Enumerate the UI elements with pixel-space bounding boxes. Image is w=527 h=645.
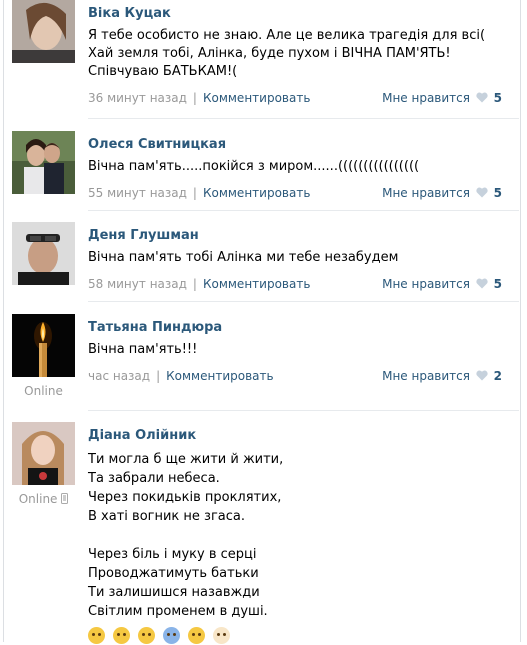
comment-content: Татьяна Пиндюра Вічна пам'ять!!! час наз…: [88, 314, 512, 385]
like-button[interactable]: Мне нравится 5: [382, 184, 502, 202]
avatar[interactable]: [12, 0, 75, 63]
comment-text: Вічна пам'ять.....покійся з миром......(…: [88, 159, 420, 174]
avatar-photo: [12, 422, 75, 485]
sad-emoji-icon: [88, 627, 105, 644]
comment-time[interactable]: час назад: [88, 369, 150, 383]
comment-author[interactable]: Діана Олійник: [88, 428, 512, 444]
angel-emoji-icon: [213, 627, 231, 644]
comment-meta: 58 минут назад | Комментировать Мне нравит…: [88, 275, 512, 293]
comment-content: Олеся Свитницкая Вічна пам'ять.....покій…: [88, 131, 512, 202]
poem-line: [88, 526, 512, 545]
heart-icon: [476, 187, 488, 198]
reply-button[interactable]: Комментировать: [203, 277, 310, 291]
comment-meta: 36 минут назад | Комментировать Мне нравит…: [88, 89, 512, 107]
candle-avatar: [12, 314, 75, 377]
heart-icon: [476, 92, 488, 103]
separator: |: [192, 91, 197, 105]
mobile-icon: [61, 493, 69, 504]
comment-content: Віка Куцак Я тебе особисто не знаю. Але …: [88, 0, 512, 107]
heart-icon: [476, 370, 488, 381]
avatar[interactable]: [12, 131, 75, 194]
comment-author[interactable]: Татьяна Пиндюра: [88, 320, 512, 336]
avatar[interactable]: [12, 314, 75, 377]
online-status: Online: [12, 492, 75, 506]
weary-emoji-icon: [113, 627, 131, 644]
divider: [88, 410, 519, 411]
comment-meta: 55 минут назад | Комментировать Мне нравит…: [88, 184, 512, 202]
avatar-photo: [12, 0, 75, 63]
comment-meta: час назад | Комментировать Мне нравится 2: [88, 367, 512, 385]
poem-line: Світлим променем в душі.: [88, 604, 268, 619]
divider: [88, 118, 519, 119]
online-status: Online: [24, 384, 63, 398]
comment-author[interactable]: Олеся Свитницкая: [88, 137, 512, 153]
like-count: 2: [493, 369, 502, 383]
like-button[interactable]: Мне нравится 2: [382, 367, 502, 385]
heart-icon: [476, 278, 488, 289]
poem-line: Через покидьків проклятих,: [88, 490, 282, 505]
avatar-photo: [12, 222, 75, 285]
comment-content: Деня Глушман Вічна пам'ять тобі Алінка м…: [88, 222, 512, 293]
poem-line: Ти залишишся назавжди: [88, 585, 260, 600]
comment-text: Вічна пам'ять тобі Алінка ми тебе незабу…: [88, 250, 399, 265]
like-label: Мне нравится: [382, 91, 470, 105]
avatar-photo: [12, 131, 75, 194]
like-button[interactable]: Мне нравится 5: [382, 89, 502, 107]
like-button[interactable]: Мне нравится 5: [382, 275, 502, 293]
reply-button[interactable]: Комментировать: [203, 91, 310, 105]
separator: |: [192, 277, 197, 291]
like-count: 5: [493, 277, 502, 291]
like-label: Мне нравится: [382, 369, 470, 383]
comment-time[interactable]: 55 минут назад: [88, 186, 187, 200]
crying-emoji-icon: [188, 627, 206, 644]
comment-text: Я тебе особисто не знаю. Але це велика т…: [88, 28, 486, 79]
comment-content: Діана Олійник Ти могла б ще жити й жити,…: [88, 422, 512, 645]
comment-time[interactable]: 58 минут назад: [88, 277, 187, 291]
poem-line: Та забрали небеса.: [88, 471, 220, 486]
poem-line: Проводжатимуть батьки: [88, 566, 259, 581]
like-count: 5: [493, 91, 502, 105]
comment-time[interactable]: 36 минут назад: [88, 91, 187, 105]
divider: [88, 210, 519, 211]
online-label: Online: [18, 492, 58, 506]
like-count: 5: [493, 186, 502, 200]
poem-line: Ти могла б ще жити й жити,: [88, 452, 284, 467]
separator: |: [156, 369, 161, 383]
poem-line: Через біль і муку в серці: [88, 547, 257, 562]
sweat-emoji-icon: [163, 627, 181, 644]
reply-button[interactable]: Комментировать: [166, 369, 273, 383]
tired-emoji-icon: [138, 627, 156, 644]
poem-line: В хаті вогник не згаса.: [88, 509, 245, 524]
separator: |: [192, 186, 197, 200]
like-label: Мне нравится: [382, 186, 470, 200]
divider: [88, 301, 519, 302]
comment-text: Вічна пам'ять!!!: [88, 342, 198, 357]
comment-author[interactable]: Деня Глушман: [88, 228, 512, 244]
reply-button[interactable]: Комментировать: [203, 186, 310, 200]
avatar[interactable]: [12, 222, 75, 285]
like-label: Мне нравится: [382, 277, 470, 291]
comment-poem: Ти могла б ще жити й жити, Та забрали не…: [88, 450, 512, 621]
avatar[interactable]: [12, 422, 75, 485]
comment-author[interactable]: Віка Куцак: [88, 6, 512, 22]
emoji-row: [88, 625, 512, 645]
